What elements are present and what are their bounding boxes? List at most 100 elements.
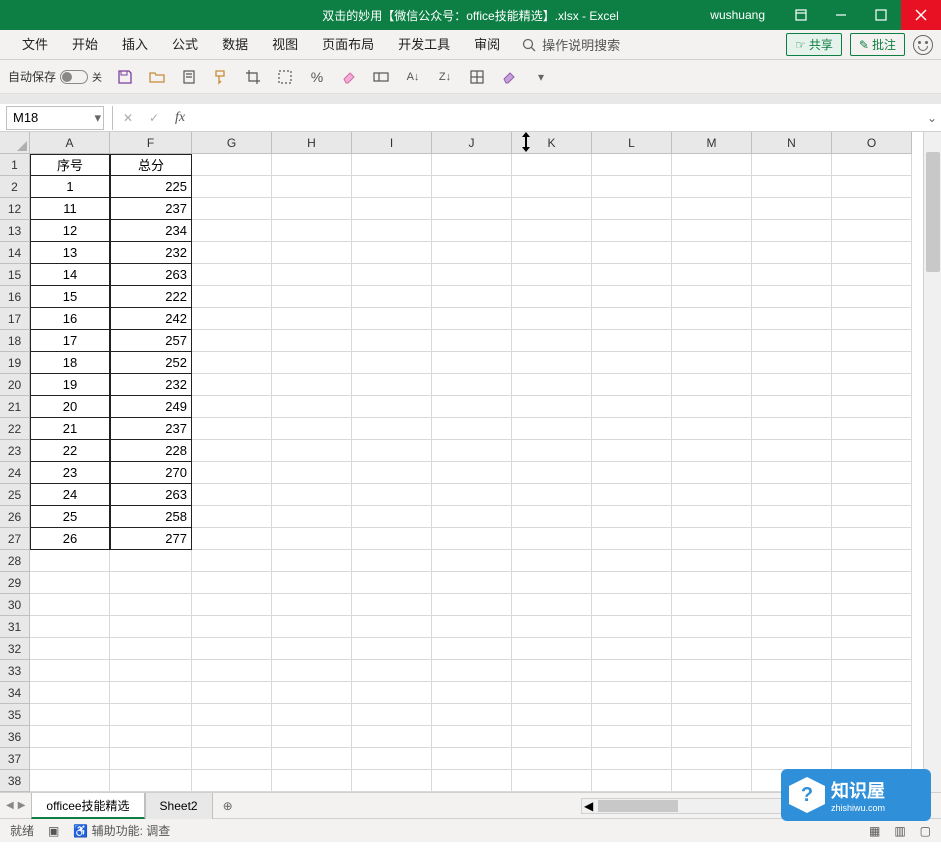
select-all-corner[interactable] — [0, 132, 30, 154]
tab-home[interactable]: 开始 — [60, 30, 110, 60]
cell[interactable] — [272, 506, 352, 528]
cell[interactable] — [672, 198, 752, 220]
cell[interactable] — [192, 264, 272, 286]
row-header[interactable]: 22 — [0, 418, 30, 440]
cell[interactable] — [352, 330, 432, 352]
cell[interactable] — [272, 726, 352, 748]
cell[interactable] — [832, 242, 912, 264]
row-header[interactable]: 1 — [0, 154, 30, 176]
cell[interactable] — [672, 638, 752, 660]
cell[interactable] — [192, 220, 272, 242]
cell[interactable] — [272, 572, 352, 594]
borders-icon[interactable] — [468, 68, 486, 86]
data-cell[interactable]: 25 — [30, 506, 110, 528]
cell[interactable] — [30, 726, 110, 748]
data-cell[interactable]: 252 — [110, 352, 192, 374]
data-cell[interactable]: 225 — [110, 176, 192, 198]
tab-developer[interactable]: 开发工具 — [386, 30, 462, 60]
data-cell[interactable]: 18 — [30, 352, 110, 374]
cell[interactable] — [512, 154, 592, 176]
cell[interactable] — [432, 660, 512, 682]
cell[interactable] — [832, 308, 912, 330]
cell[interactable] — [192, 660, 272, 682]
cell[interactable] — [432, 154, 512, 176]
cancel-formula-icon[interactable]: ✕ — [115, 106, 141, 130]
cell[interactable] — [432, 440, 512, 462]
cell[interactable] — [832, 440, 912, 462]
cell[interactable] — [512, 682, 592, 704]
cell[interactable] — [592, 176, 672, 198]
name-box[interactable]: M18 ▾ — [6, 106, 104, 130]
cell[interactable] — [832, 638, 912, 660]
row-header[interactable]: 14 — [0, 242, 30, 264]
cell[interactable] — [272, 616, 352, 638]
cell[interactable] — [352, 154, 432, 176]
row-header[interactable]: 21 — [0, 396, 30, 418]
cell[interactable] — [592, 660, 672, 682]
cell[interactable] — [672, 770, 752, 792]
cell[interactable] — [832, 506, 912, 528]
cell[interactable] — [30, 594, 110, 616]
cell[interactable] — [832, 484, 912, 506]
cell[interactable] — [512, 396, 592, 418]
row-header[interactable]: 30 — [0, 594, 30, 616]
cell[interactable] — [752, 726, 832, 748]
cell[interactable] — [672, 462, 752, 484]
cell[interactable] — [352, 528, 432, 550]
cell[interactable] — [352, 682, 432, 704]
chevron-down-icon[interactable]: ▾ — [94, 110, 101, 126]
cell[interactable] — [432, 198, 512, 220]
cell[interactable] — [512, 308, 592, 330]
tab-file[interactable]: 文件 — [10, 30, 60, 60]
cell[interactable] — [512, 770, 592, 792]
cell[interactable] — [30, 660, 110, 682]
cell[interactable] — [352, 550, 432, 572]
cell[interactable] — [592, 418, 672, 440]
close-button[interactable] — [901, 0, 941, 30]
cell[interactable] — [752, 440, 832, 462]
tab-view[interactable]: 视图 — [260, 30, 310, 60]
cell[interactable] — [432, 352, 512, 374]
cell[interactable] — [432, 572, 512, 594]
cell[interactable] — [592, 374, 672, 396]
cell[interactable] — [432, 330, 512, 352]
row-header[interactable]: 24 — [0, 462, 30, 484]
cell[interactable] — [512, 286, 592, 308]
cell[interactable] — [512, 330, 592, 352]
data-cell[interactable]: 序号 — [30, 154, 110, 176]
share-button[interactable]: ☞共享 — [786, 33, 842, 56]
formula-input[interactable] — [193, 106, 923, 130]
cell[interactable] — [432, 242, 512, 264]
cell[interactable] — [30, 550, 110, 572]
cell[interactable] — [352, 242, 432, 264]
column-headers[interactable]: AFGHIJKLMNO — [30, 132, 912, 154]
eraser-icon[interactable] — [340, 68, 358, 86]
cell[interactable] — [672, 616, 752, 638]
cell[interactable] — [432, 550, 512, 572]
row-headers[interactable]: 1212131415161718192021222324252627282930… — [0, 154, 30, 792]
cell[interactable] — [592, 726, 672, 748]
cell[interactable] — [752, 220, 832, 242]
cell[interactable] — [752, 748, 832, 770]
expand-formula-bar-icon[interactable]: ⌄ — [923, 111, 941, 125]
cell[interactable] — [752, 374, 832, 396]
cell[interactable] — [432, 484, 512, 506]
cell[interactable] — [272, 418, 352, 440]
cell[interactable] — [592, 506, 672, 528]
cell[interactable] — [192, 176, 272, 198]
cell[interactable] — [832, 154, 912, 176]
ribbon-display-icon[interactable] — [781, 0, 821, 30]
cell[interactable] — [30, 770, 110, 792]
cell[interactable] — [592, 682, 672, 704]
cell[interactable] — [592, 308, 672, 330]
cell[interactable] — [752, 242, 832, 264]
cell[interactable] — [192, 528, 272, 550]
cell[interactable] — [832, 418, 912, 440]
cell[interactable] — [592, 748, 672, 770]
sort-desc-icon[interactable]: Z↓ — [436, 68, 454, 86]
row-header[interactable]: 23 — [0, 440, 30, 462]
cell[interactable] — [592, 638, 672, 660]
cell[interactable] — [752, 352, 832, 374]
user-name[interactable]: wushuang — [710, 8, 765, 22]
data-cell[interactable]: 242 — [110, 308, 192, 330]
